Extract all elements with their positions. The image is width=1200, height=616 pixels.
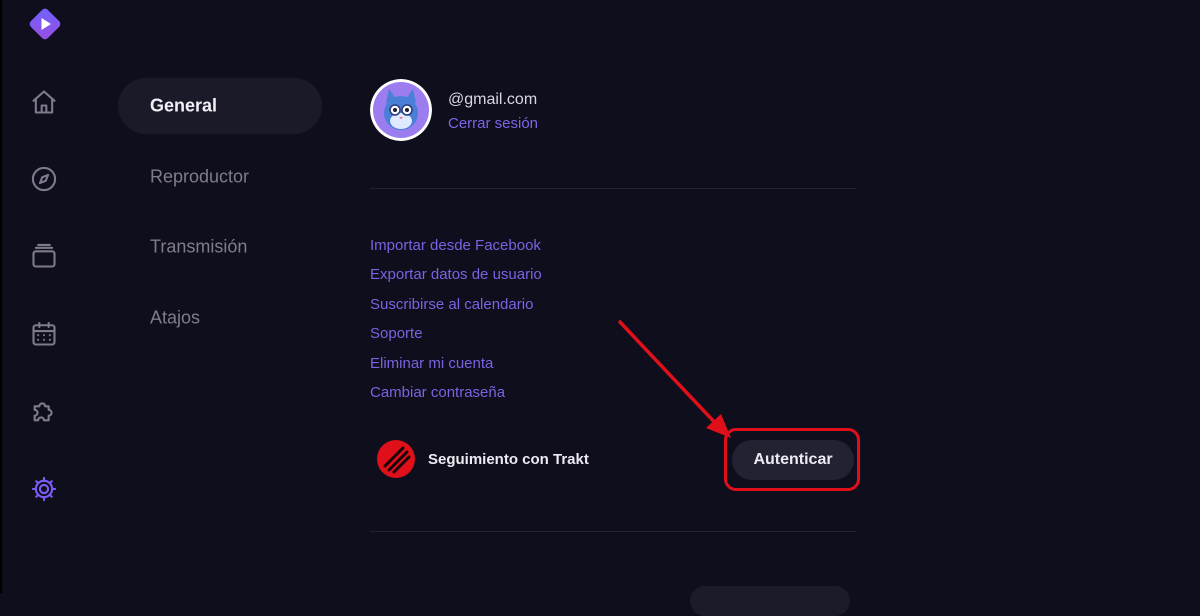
nav-transmision[interactable]: Transmisión <box>118 219 322 275</box>
puzzle-icon[interactable] <box>26 393 62 429</box>
nav-reproductor-label: Reproductor <box>150 166 250 187</box>
nav-transmision-label: Transmisión <box>150 236 248 257</box>
subscribe-calendar-link[interactable]: Suscribirse al calendario <box>370 296 533 313</box>
settings-gear-icon[interactable] <box>26 471 62 507</box>
cat-avatar-icon <box>370 79 432 141</box>
nav-atajos-label: Atajos <box>150 307 201 328</box>
nav-general[interactable]: General <box>118 78 322 134</box>
account-email: @gmail.com <box>448 91 538 108</box>
export-user-data-link[interactable]: Exportar datos de usuario <box>370 266 542 283</box>
divider <box>370 531 856 532</box>
nav-general-label: General <box>150 95 218 116</box>
compass-icon[interactable] <box>26 161 62 197</box>
app-logo-icon[interactable] <box>24 3 66 45</box>
library-icon[interactable] <box>26 238 62 274</box>
import-facebook-link[interactable]: Importar desde Facebook <box>370 237 541 254</box>
calendar-icon[interactable] <box>26 316 62 352</box>
trakt-logo-icon <box>377 440 415 478</box>
nav-atajos[interactable]: Atajos <box>118 290 322 346</box>
delete-account-link[interactable]: Eliminar mi cuenta <box>370 355 493 372</box>
red-arrow-annotation <box>618 320 731 438</box>
trakt-label: Seguimiento con Trakt <box>428 451 589 468</box>
icon-sidebar <box>0 0 88 593</box>
avatar[interactable] <box>370 79 432 141</box>
support-link[interactable]: Soporte <box>370 325 423 342</box>
divider <box>370 188 856 189</box>
nav-reproductor[interactable]: Reproductor <box>118 149 322 205</box>
home-icon[interactable] <box>26 84 62 120</box>
change-password-link[interactable]: Cambiar contraseña <box>370 384 505 401</box>
partial-button[interactable] <box>690 586 850 616</box>
logout-link[interactable]: Cerrar sesión <box>448 115 538 132</box>
